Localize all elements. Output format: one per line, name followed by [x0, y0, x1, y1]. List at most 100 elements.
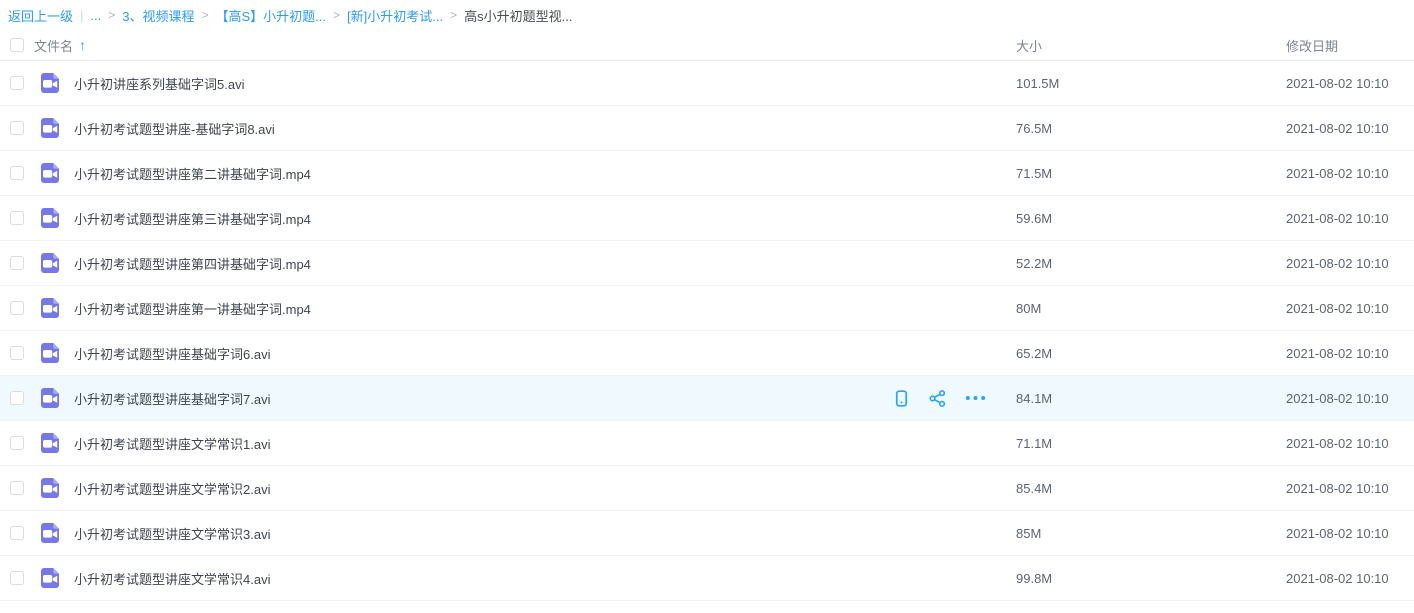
- row-checkbox[interactable]: [10, 346, 24, 360]
- file-name-cell: 小升初考试题型讲座第三讲基础字词.mp4: [74, 209, 1013, 228]
- table-row[interactable]: 小升初考试题型讲座文学常识2.avi 85.4M 2021-08-02 10:1…: [0, 466, 1414, 511]
- breadcrumb-link[interactable]: [新]小升初考试...: [347, 6, 443, 25]
- table-row[interactable]: 小升初考试题型讲座第三讲基础字词.mp4 59.6M 2021-08-02 10…: [0, 196, 1414, 241]
- file-date: 2021-08-02 10:10: [1283, 391, 1414, 406]
- video-file-icon: [38, 161, 62, 185]
- video-file-icon: [38, 116, 62, 140]
- row-checkbox[interactable]: [10, 391, 24, 405]
- breadcrumb-separator: >: [450, 8, 457, 22]
- table-row[interactable]: 小升初考试题型讲座文学常识3.avi 85M 2021-08-02 10:10: [0, 511, 1414, 556]
- column-header-name[interactable]: 文件名 ↑: [34, 36, 1013, 55]
- file-name-cell: 小升初考试题型讲座第四讲基础字词.mp4: [74, 254, 1013, 273]
- more-actions-icon[interactable]: [964, 393, 987, 403]
- file-name[interactable]: 小升初考试题型讲座基础字词6.avi: [74, 344, 270, 363]
- breadcrumb-current: 高s小升初题型视...: [464, 6, 572, 25]
- video-file-icon: [38, 431, 62, 455]
- breadcrumb-items: ...>3、视频课程>【高S】小升初题...>[新]小升初考试...>高s小升初…: [90, 6, 572, 25]
- share-icon[interactable]: [928, 389, 947, 408]
- file-list: 小升初讲座系列基础字词5.avi 101.5M 2021-08-02 10:10…: [0, 61, 1414, 601]
- file-size: 52.2M: [1013, 256, 1283, 271]
- video-file-icon: [38, 206, 62, 230]
- table-row[interactable]: 小升初考试题型讲座文学常识4.avi 99.8M 2021-08-02 10:1…: [0, 556, 1414, 601]
- breadcrumb-link[interactable]: ...: [90, 8, 101, 23]
- table-row[interactable]: 小升初考试题型讲座基础字词7.avi: [0, 376, 1414, 421]
- file-name[interactable]: 小升初讲座系列基础字词5.avi: [74, 74, 244, 93]
- file-date: 2021-08-02 10:10: [1283, 121, 1414, 136]
- table-row[interactable]: 小升初讲座系列基础字词5.avi 101.5M 2021-08-02 10:10: [0, 61, 1414, 106]
- select-all-checkbox[interactable]: [10, 38, 24, 52]
- table-row[interactable]: 小升初考试题型讲座第四讲基础字词.mp4 52.2M 2021-08-02 10…: [0, 241, 1414, 286]
- video-file-icon: [38, 386, 62, 410]
- file-date: 2021-08-02 10:10: [1283, 436, 1414, 451]
- file-name-cell: 小升初考试题型讲座文学常识3.avi: [74, 524, 1013, 543]
- file-name[interactable]: 小升初考试题型讲座文学常识2.avi: [74, 479, 270, 498]
- table-row[interactable]: 小升初考试题型讲座第一讲基础字词.mp4 80M 2021-08-02 10:1…: [0, 286, 1414, 331]
- file-name-cell: 小升初考试题型讲座文学常识1.avi: [74, 434, 1013, 453]
- file-size: 71.1M: [1013, 436, 1283, 451]
- file-name-cell: 小升初考试题型讲座第二讲基础字词.mp4: [74, 164, 1013, 183]
- file-date: 2021-08-02 10:10: [1283, 526, 1414, 541]
- row-checkbox[interactable]: [10, 481, 24, 495]
- file-date: 2021-08-02 10:10: [1283, 346, 1414, 361]
- file-date: 2021-08-02 10:10: [1283, 76, 1414, 91]
- row-checkbox[interactable]: [10, 526, 24, 540]
- file-date: 2021-08-02 10:10: [1283, 211, 1414, 226]
- breadcrumb-separator: >: [108, 8, 115, 22]
- row-checkbox[interactable]: [10, 436, 24, 450]
- file-name-cell: 小升初考试题型讲座文学常识2.avi: [74, 479, 1013, 498]
- file-name[interactable]: 小升初考试题型讲座-基础字词8.avi: [74, 119, 275, 138]
- file-name[interactable]: 小升初考试题型讲座文学常识3.avi: [74, 524, 270, 543]
- column-header-size[interactable]: 大小: [1013, 36, 1283, 55]
- column-header-date[interactable]: 修改日期: [1283, 36, 1414, 55]
- row-checkbox[interactable]: [10, 121, 24, 135]
- file-name-cell: 小升初考试题型讲座-基础字词8.avi: [74, 119, 1013, 138]
- breadcrumb-separator: >: [333, 8, 340, 22]
- file-size: 59.6M: [1013, 211, 1283, 226]
- file-name[interactable]: 小升初考试题型讲座文学常识1.avi: [74, 434, 270, 453]
- row-checkbox[interactable]: [10, 301, 24, 315]
- send-to-phone-icon[interactable]: [892, 389, 911, 408]
- breadcrumb: 返回上一级 | ... >3、视频课程 > 【高S】小升初题... > [新]小升初考试.…: [0, 0, 1414, 30]
- file-name-cell: 小升初考试题型讲座基础字词7.avi: [74, 389, 1013, 408]
- file-size: 85M: [1013, 526, 1283, 541]
- file-date: 2021-08-02 10:10: [1283, 256, 1414, 271]
- video-file-icon: [38, 476, 62, 500]
- video-file-icon: [38, 296, 62, 320]
- table-row[interactable]: 小升初考试题型讲座第二讲基础字词.mp4 71.5M 2021-08-02 10…: [0, 151, 1414, 196]
- file-size: 65.2M: [1013, 346, 1283, 361]
- file-name-cell: 小升初考试题型讲座基础字词6.avi: [74, 344, 1013, 363]
- file-name-cell: 小升初讲座系列基础字词5.avi: [74, 74, 1013, 93]
- file-size: 101.5M: [1013, 76, 1283, 91]
- row-checkbox[interactable]: [10, 76, 24, 90]
- table-row[interactable]: 小升初考试题型讲座文学常识1.avi 71.1M 2021-08-02 10:1…: [0, 421, 1414, 466]
- video-file-icon: [38, 251, 62, 275]
- row-checkbox[interactable]: [10, 211, 24, 225]
- file-name-cell: 小升初考试题型讲座第一讲基础字词.mp4: [74, 299, 1013, 318]
- breadcrumb-link[interactable]: 3、视频课程: [122, 6, 194, 25]
- file-size: 76.5M: [1013, 121, 1283, 136]
- table-row[interactable]: 小升初考试题型讲座基础字词6.avi 65.2M 2021-08-02 10:1…: [0, 331, 1414, 376]
- video-file-icon: [38, 566, 62, 590]
- file-name-cell: 小升初考试题型讲座文学常识4.avi: [74, 569, 1013, 588]
- breadcrumb-divider: |: [80, 8, 83, 23]
- breadcrumb-link[interactable]: 【高S】小升初题...: [216, 6, 327, 25]
- file-name[interactable]: 小升初考试题型讲座第三讲基础字词.mp4: [74, 209, 311, 228]
- file-size: 84.1M: [1013, 391, 1283, 406]
- file-date: 2021-08-02 10:10: [1283, 301, 1414, 316]
- row-checkbox[interactable]: [10, 571, 24, 585]
- row-checkbox[interactable]: [10, 256, 24, 270]
- file-size: 80M: [1013, 301, 1283, 316]
- breadcrumb-back-link[interactable]: 返回上一级: [8, 6, 73, 25]
- column-header-name-label: 文件名: [34, 36, 73, 55]
- row-actions: [892, 389, 987, 408]
- file-name[interactable]: 小升初考试题型讲座第四讲基础字词.mp4: [74, 254, 311, 273]
- file-date: 2021-08-02 10:10: [1283, 571, 1414, 586]
- video-file-icon: [38, 71, 62, 95]
- file-name[interactable]: 小升初考试题型讲座第一讲基础字词.mp4: [74, 299, 311, 318]
- sort-ascending-icon: ↑: [79, 37, 86, 53]
- file-name[interactable]: 小升初考试题型讲座第二讲基础字词.mp4: [74, 164, 311, 183]
- file-name[interactable]: 小升初考试题型讲座文学常识4.avi: [74, 569, 270, 588]
- table-row[interactable]: 小升初考试题型讲座-基础字词8.avi 76.5M 2021-08-02 10:…: [0, 106, 1414, 151]
- file-name[interactable]: 小升初考试题型讲座基础字词7.avi: [74, 389, 270, 408]
- row-checkbox[interactable]: [10, 166, 24, 180]
